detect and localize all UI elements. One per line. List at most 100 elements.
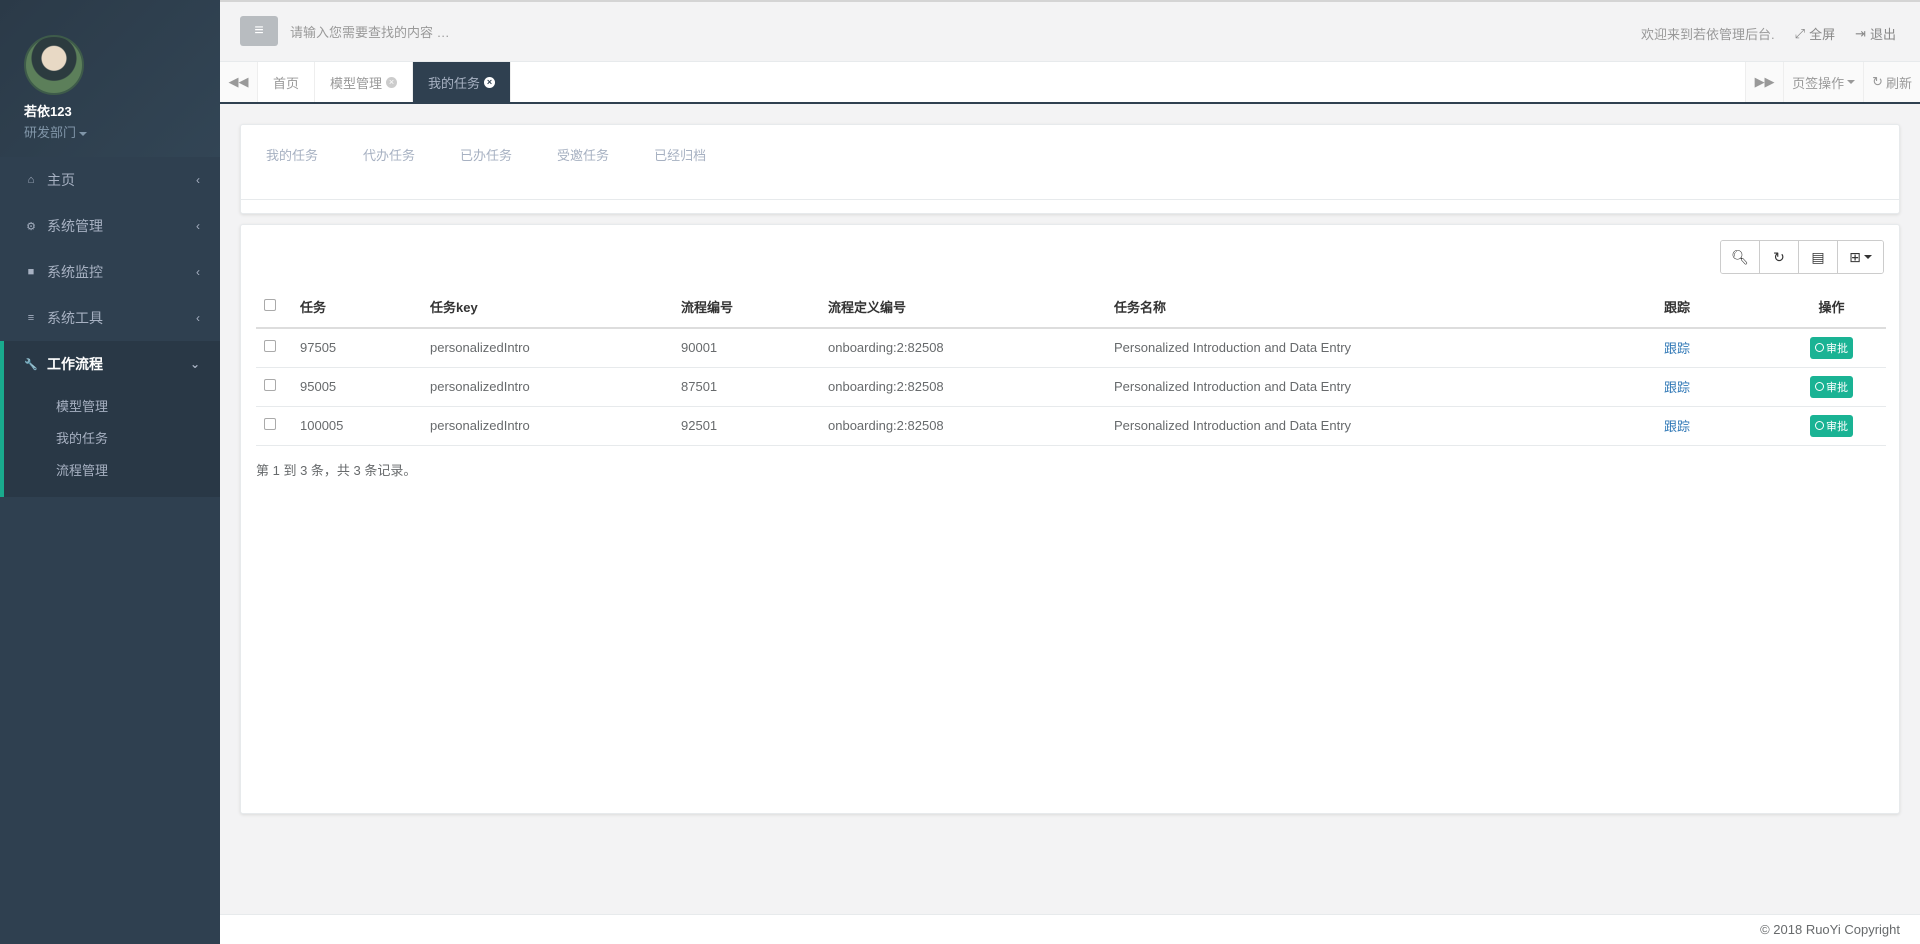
- tab-invited-tasks[interactable]: 受邀任务: [557, 145, 609, 165]
- tab-todo-tasks[interactable]: 代办任务: [363, 145, 415, 165]
- tabs-scroll-left-button[interactable]: ◀◀: [220, 62, 258, 102]
- page-operations-dropdown[interactable]: 页签操作: [1783, 62, 1864, 102]
- row-checkbox[interactable]: [264, 379, 276, 391]
- task-id: 97505: [300, 328, 430, 368]
- fullscreen-button[interactable]: ⤢ 全屏: [1795, 24, 1835, 43]
- tab-done-tasks[interactable]: 已办任务: [460, 145, 512, 165]
- chevron-left-icon: ‹: [196, 219, 200, 233]
- process-id: 90001: [681, 328, 828, 368]
- action-cell: 审批: [1777, 406, 1886, 446]
- close-tab-icon[interactable]: ×: [386, 76, 398, 88]
- subnav-item-process-management[interactable]: 流程管理: [4, 455, 220, 487]
- forward-icon: ▶▶: [1754, 74, 1775, 89]
- user-department[interactable]: 研发部门: [24, 122, 196, 141]
- track-link[interactable]: 跟踪: [1664, 380, 1690, 395]
- table-row: 100005 personalizedIntro 92501 onboardin…: [256, 406, 1886, 446]
- column-header[interactable]: 任务: [300, 285, 430, 329]
- select-all-checkbox[interactable]: [264, 298, 276, 311]
- play-circle-icon: [1815, 343, 1824, 353]
- column-header[interactable]: 操作: [1777, 285, 1886, 329]
- action-cell: 审批: [1777, 367, 1886, 407]
- task-key: personalizedIntro: [430, 328, 681, 368]
- select-all-cell: [256, 285, 300, 329]
- approve-button[interactable]: 审批: [1810, 414, 1853, 437]
- avatar[interactable]: [24, 35, 84, 95]
- sidebar-item-system-management[interactable]: ⚙ 系统管理 ‹: [0, 203, 220, 249]
- list-alt-icon: ▤: [1811, 248, 1825, 265]
- header-actions: 欢迎来到若依管理后台. ⤢ 全屏 ⇥ 退出: [1641, 24, 1896, 43]
- close-tab-icon[interactable]: ×: [484, 76, 496, 88]
- task-table: 任务 任务key 流程编号 流程定义编号 任务名称 跟踪 操作 97505 pe…: [256, 285, 1886, 446]
- column-header[interactable]: 任务key: [430, 285, 681, 329]
- expand-icon: ⤢: [1794, 25, 1806, 41]
- column-header[interactable]: 任务名称: [1114, 285, 1664, 329]
- grid-icon: ⊞: [1849, 248, 1861, 265]
- top-header: ≡ 欢迎来到若依管理后台. ⤢全屏 ⇥退出: [220, 0, 1920, 62]
- video-camera-icon: ■: [27, 266, 35, 278]
- tabs-scroll-right-button[interactable]: ▶▶: [1745, 62, 1784, 102]
- sidebar-item-label: 系统工具: [47, 310, 103, 326]
- home-icon: ⌂: [27, 174, 35, 186]
- chevron-left-icon: ‹: [196, 311, 200, 325]
- menu-toggle-button[interactable]: ≡: [240, 16, 278, 46]
- table-header-row: 任务 任务key 流程编号 流程定义编号 任务名称 跟踪 操作: [256, 285, 1886, 329]
- caret-down-icon: [1863, 255, 1872, 259]
- logout-button[interactable]: ⇥ 退出: [1855, 24, 1896, 43]
- user-profile: 若依123 研发部门: [0, 0, 220, 157]
- caret-down-icon: [1847, 80, 1856, 84]
- row-checkbox[interactable]: [264, 340, 276, 353]
- sidebar-item-system-tools[interactable]: ≡ 系统工具 ‹: [0, 295, 220, 341]
- task-id: 95005: [300, 367, 430, 407]
- search-input[interactable]: [290, 18, 690, 46]
- task-name: Personalized Introduction and Data Entry: [1114, 367, 1664, 407]
- columns-dropdown-button[interactable]: ⊞: [1838, 241, 1883, 273]
- refresh-tab-button[interactable]: ↻ 刷新: [1863, 62, 1920, 102]
- play-circle-icon: [1815, 421, 1824, 430]
- chevron-left-icon: ‹: [196, 173, 200, 187]
- subnav-item-model-management[interactable]: 模型管理: [4, 391, 220, 423]
- sidebar-subnav: 模型管理 我的任务 流程管理: [0, 387, 220, 497]
- approve-button[interactable]: 审批: [1810, 375, 1853, 398]
- sidebar: 若依123 研发部门 ⌂ 主页 ‹ ⚙ 系统管理 ‹ ■ 系统监控 ‹ ≡ 系统…: [0, 0, 220, 944]
- sidebar-item-workflow[interactable]: 🔧 工作流程 ⌄: [0, 341, 220, 387]
- sidebar-item-system-monitor[interactable]: ■ 系统监控 ‹: [0, 249, 220, 295]
- column-header[interactable]: 跟踪: [1664, 285, 1777, 329]
- tab-home[interactable]: 首页: [258, 62, 316, 102]
- track-link[interactable]: 跟踪: [1664, 341, 1690, 356]
- track-cell: 跟踪: [1664, 406, 1777, 446]
- approve-button[interactable]: 审批: [1810, 336, 1853, 359]
- refresh-icon: ↻: [1773, 248, 1785, 265]
- refresh-table-button[interactable]: ↻: [1760, 241, 1799, 273]
- action-cell: 审批: [1777, 328, 1886, 368]
- sidebar-item-label: 系统监控: [47, 264, 103, 280]
- column-header[interactable]: 流程定义编号: [828, 285, 1114, 329]
- process-definition-id: onboarding:2:82508: [828, 328, 1114, 368]
- track-link[interactable]: 跟踪: [1664, 419, 1690, 434]
- search-icon: 🔍︎: [1731, 248, 1749, 265]
- task-type-tabs: 我的任务 代办任务 已办任务 受邀任务 已经归档: [241, 125, 1899, 200]
- play-circle-icon: [1815, 382, 1824, 391]
- toggle-view-button[interactable]: ▤: [1799, 241, 1838, 273]
- search-toggle-button[interactable]: 🔍︎: [1721, 241, 1760, 273]
- task-type-panel: 我的任务 代办任务 已办任务 受邀任务 已经归档: [240, 124, 1900, 214]
- task-key: personalizedIntro: [430, 367, 681, 407]
- hamburger-icon: ≡: [254, 22, 264, 39]
- row-select-cell: [256, 406, 300, 446]
- caret-down-icon: [79, 131, 88, 136]
- task-key: personalizedIntro: [430, 406, 681, 446]
- task-name: Personalized Introduction and Data Entry: [1114, 406, 1664, 446]
- table-row: 95005 personalizedIntro 87501 onboarding…: [256, 367, 1886, 407]
- row-checkbox[interactable]: [264, 418, 276, 430]
- tab-archived-tasks[interactable]: 已经归档: [654, 145, 706, 165]
- chevron-down-icon: ⌄: [189, 357, 200, 371]
- task-id: 100005: [300, 406, 430, 446]
- sidebar-item-home[interactable]: ⌂ 主页 ‹: [0, 157, 220, 203]
- sidebar-nav: ⌂ 主页 ‹ ⚙ 系统管理 ‹ ■ 系统监控 ‹ ≡ 系统工具 ‹ 🔧 工作流程…: [0, 157, 220, 387]
- track-cell: 跟踪: [1664, 367, 1777, 407]
- subnav-item-my-tasks[interactable]: 我的任务: [4, 423, 220, 455]
- pagination-info: 第 1 到 3 条，共 3 条记录。: [256, 463, 417, 478]
- tab-my-tasks-filter[interactable]: 我的任务: [266, 145, 318, 165]
- column-header[interactable]: 流程编号: [681, 285, 828, 329]
- tab-my-tasks[interactable]: 我的任务 ×: [413, 62, 512, 102]
- tab-model-management[interactable]: 模型管理 ×: [315, 62, 414, 102]
